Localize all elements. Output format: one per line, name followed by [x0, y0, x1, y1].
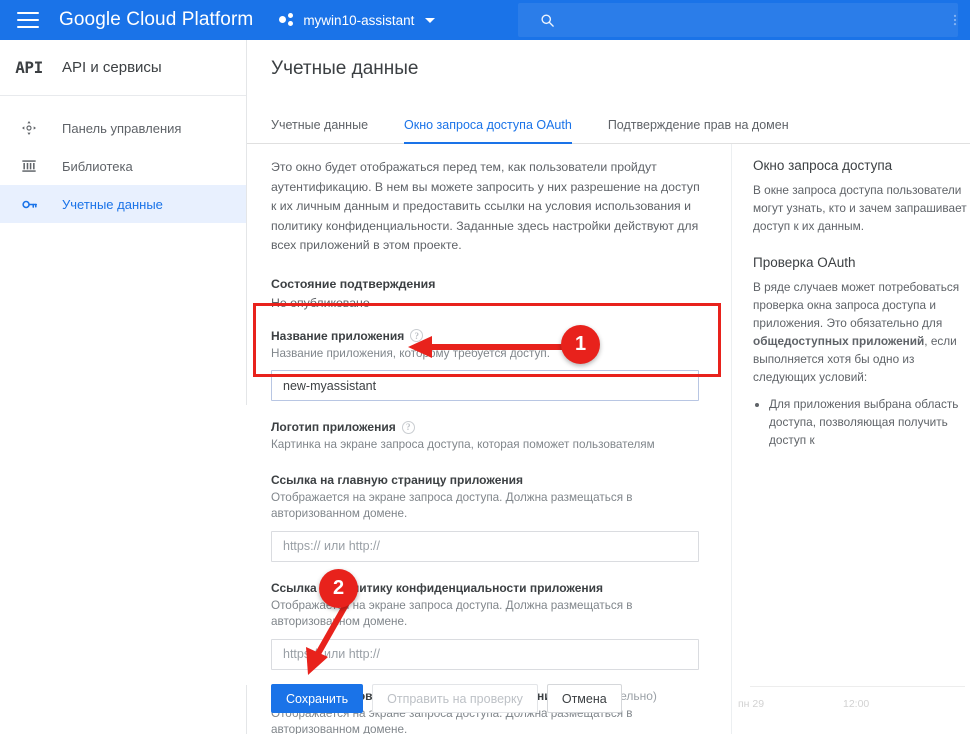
top-app-bar: Google Cloud Platform mywin10-assistant — [0, 0, 970, 40]
project-dots-icon — [279, 13, 295, 27]
tab-credentials[interactable]: Учетные данные — [271, 118, 368, 143]
info-text-part1: В ряде случаев может потребоваться прове… — [753, 280, 960, 330]
taskbar-time: 12:00 — [843, 698, 870, 710]
info-heading-consent: Окно запроса доступа — [753, 158, 893, 173]
project-name: mywin10-assistant — [303, 12, 415, 28]
info-text-bold: общедоступных приложений — [753, 334, 925, 348]
library-icon — [14, 158, 44, 174]
sidebar-item-label: Учетные данные — [62, 196, 163, 212]
info-heading-oauth-verification: Проверка OAuth — [753, 255, 856, 270]
verification-status-heading: Состояние подтверждения — [271, 276, 436, 291]
annotation-badge-1: 1 — [561, 325, 600, 364]
homepage-url-input[interactable]: https:// или http:// — [271, 530, 699, 562]
tab-domain-verification[interactable]: Подтверждение прав на домен — [608, 118, 789, 143]
sidebar-item-credentials[interactable]: Учетные данные — [0, 185, 246, 223]
sidebar-item-label: Библиотека — [62, 158, 133, 174]
taskbar-date: пн 29 — [738, 698, 765, 710]
field-application-name: Название приложения ? Название приложени… — [271, 329, 707, 401]
field-description: Название приложения, которому требуется … — [271, 346, 550, 360]
info-text-consent: В окне запроса доступа пользователи могу… — [753, 183, 967, 233]
help-icon[interactable]: ? — [401, 420, 415, 434]
field-label: Ссылка на главную страницу приложения — [271, 472, 524, 487]
search-input[interactable] — [518, 3, 958, 37]
brand-title: Google Cloud Platform — [59, 9, 254, 30]
capture-mask — [0, 405, 250, 685]
submit-for-review-button: Отправить на проверку — [372, 684, 538, 713]
bottom-chrome: пн 29 12:00 — [680, 684, 970, 724]
panel-divider — [731, 144, 732, 734]
divider — [750, 686, 965, 687]
tab-oauth-consent-screen[interactable]: Окно запроса доступа OAuth — [404, 118, 572, 144]
field-homepage-url: Ссылка на главную страницу приложения От… — [271, 473, 707, 562]
search-icon — [540, 13, 555, 28]
sidebar-item-label: Панель управления — [62, 120, 182, 136]
tab-bar: Учетные данные Окно запроса доступа OAut… — [247, 102, 970, 144]
list-item: Для приложения выбрана область доступа, … — [769, 395, 970, 449]
sidebar-nav: Панель управления Библиотека Учетные дан… — [0, 96, 246, 223]
sidebar-item-dashboard[interactable]: Панель управления — [0, 109, 246, 147]
project-selector[interactable]: mywin10-assistant — [279, 12, 436, 28]
help-icon[interactable]: ? — [410, 329, 424, 342]
intro-text: Это окно будет отображаться перед тем, к… — [271, 160, 700, 252]
hamburger-icon[interactable] — [17, 12, 39, 28]
field-description: Картинка на экране запроса доступа, кото… — [271, 438, 655, 451]
page-title: Учетные данные — [271, 58, 419, 79]
oauth-consent-form: Это окно будет отображаться перед тем, к… — [271, 158, 707, 734]
field-application-logo: Логотип приложения ? Картинка на экране … — [271, 420, 707, 454]
info-text-oauth-verification: В ряде случаев может потребоваться прове… — [753, 278, 970, 386]
cancel-button[interactable]: Отмена — [546, 684, 622, 713]
info-panel: Окно запроса доступа В окне запроса дост… — [753, 158, 970, 449]
field-description: Отображается на экране запроса доступа. … — [271, 490, 633, 521]
sidebar-item-library[interactable]: Библиотека — [0, 147, 246, 185]
sidebar-header: API API и сервисы — [0, 40, 246, 96]
info-bullet-list: Для приложения выбрана область доступа, … — [769, 395, 970, 449]
screenshot-root: Google Cloud Platform mywin10-assistant — [0, 0, 970, 734]
annotation-badge-2: 2 — [319, 569, 358, 608]
more-options-icon[interactable] — [948, 13, 962, 27]
save-button[interactable]: Сохранить — [271, 684, 364, 713]
api-logo: API — [15, 58, 43, 77]
key-icon — [14, 196, 44, 213]
dashboard-icon — [14, 120, 44, 136]
sidebar-title: API и сервисы — [62, 59, 162, 76]
app-name-input[interactable]: new-myassistant — [271, 370, 699, 401]
field-label: Логотип приложения ? — [271, 420, 707, 434]
main-content: Учетные данные Учетные данные Окно запро… — [247, 40, 970, 734]
form-actions: Сохранить Отправить на проверку Отмена — [271, 684, 631, 713]
field-label: Название приложения ? — [271, 329, 707, 343]
chevron-down-icon — [425, 17, 436, 23]
privacy-policy-url-input[interactable]: https:// или http:// — [271, 638, 699, 670]
verification-status-value: Не опубликовано — [271, 295, 370, 310]
